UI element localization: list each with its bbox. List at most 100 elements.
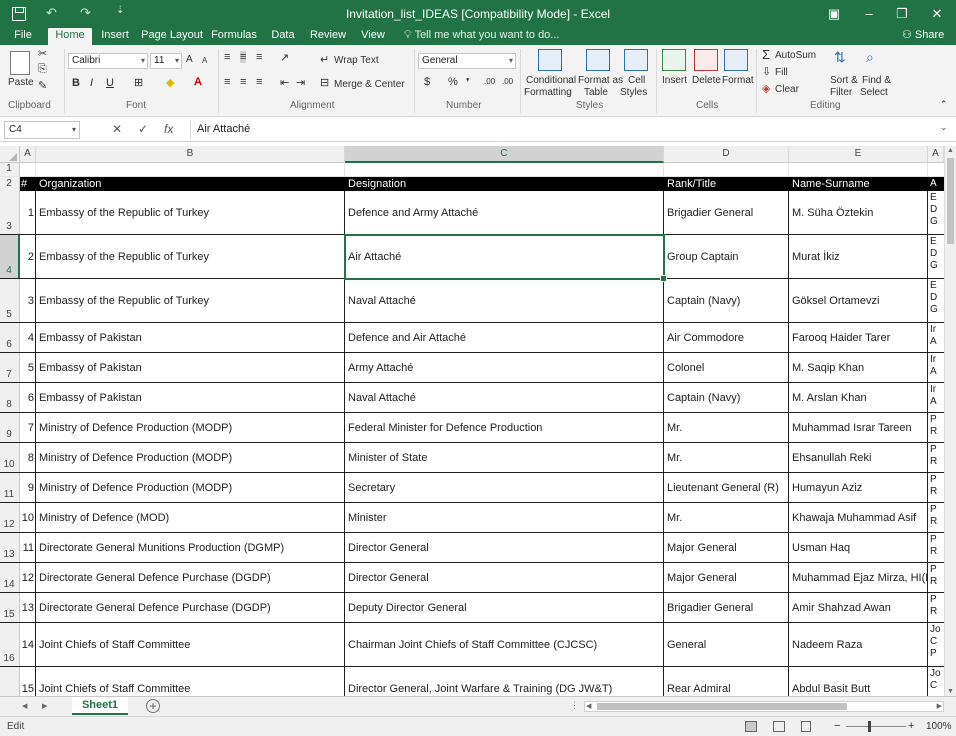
cell-organization[interactable]: Directorate General Defence Purchase (DG… bbox=[36, 563, 345, 592]
cell-overflow-column[interactable]: Ir A bbox=[928, 323, 944, 352]
scroll-up-icon[interactable]: ▲ bbox=[947, 147, 954, 154]
sort-filter-label-2[interactable]: Filter bbox=[830, 87, 852, 98]
cell-number[interactable]: 15 bbox=[20, 667, 36, 696]
cell-overflow-column[interactable]: Jo C bbox=[928, 667, 944, 696]
cell-number[interactable]: 4 bbox=[20, 323, 36, 352]
cell-overflow-column[interactable]: E D G bbox=[928, 279, 944, 322]
cell-name[interactable]: Ehsanullah Reki bbox=[789, 443, 928, 472]
cell-designation[interactable]: Deputy Director General bbox=[345, 593, 664, 622]
insert-function-icon[interactable]: fx bbox=[164, 122, 173, 136]
cell-rank[interactable]: Group Captain bbox=[664, 235, 789, 278]
row-header[interactable]: 15 bbox=[0, 593, 20, 622]
cell-number[interactable]: 7 bbox=[20, 413, 36, 442]
font-size-select[interactable]: 11 bbox=[150, 53, 182, 69]
cell-number[interactable]: 2 bbox=[20, 235, 36, 278]
cell-overflow-column[interactable]: Ir A bbox=[928, 383, 944, 412]
cell-designation[interactable]: Minister of State bbox=[345, 443, 664, 472]
borders-icon[interactable]: ⊞ bbox=[134, 76, 143, 89]
tab-formulas[interactable]: Formulas bbox=[208, 28, 260, 45]
wrap-text-icon[interactable]: ↵ bbox=[320, 53, 329, 66]
bold-button[interactable]: B bbox=[72, 77, 80, 89]
zoom-in-button[interactable]: + bbox=[908, 720, 914, 732]
cell-rank[interactable]: Captain (Navy) bbox=[664, 279, 789, 322]
cell-name[interactable]: Khawaja Muhammad Asif bbox=[789, 503, 928, 532]
conditional-formatting-label[interactable]: Conditional bbox=[526, 75, 576, 86]
cell-designation[interactable]: Naval Attaché bbox=[345, 383, 664, 412]
cell-overflow-column[interactable]: Jo C P bbox=[928, 623, 944, 666]
merge-center-button[interactable]: Merge & Center bbox=[334, 79, 405, 90]
column-header-f[interactable]: A bbox=[928, 146, 944, 163]
decrease-indent-icon[interactable]: ⇤ bbox=[280, 76, 289, 89]
cell-rank[interactable]: General bbox=[664, 623, 789, 666]
clear-button[interactable]: Clear bbox=[775, 84, 799, 95]
format-as-table-icon[interactable] bbox=[586, 49, 610, 71]
align-right-icon[interactable]: ≡ bbox=[256, 76, 262, 88]
row-header[interactable]: 5 bbox=[0, 279, 20, 322]
header-cell-number[interactable]: # bbox=[20, 177, 36, 191]
cell-name[interactable]: Farooq Haider Tarer bbox=[789, 323, 928, 352]
page-layout-view-icon[interactable] bbox=[773, 721, 785, 732]
cell-number[interactable]: 3 bbox=[20, 279, 36, 322]
find-select-label[interactable]: Find & bbox=[862, 75, 891, 86]
cell-name[interactable]: Muhammad Israr Tareen bbox=[789, 413, 928, 442]
cancel-entry-icon[interactable]: ✕ bbox=[112, 122, 122, 136]
cell-overflow-column[interactable]: E D G bbox=[928, 191, 944, 234]
fill-button[interactable]: Fill bbox=[775, 67, 788, 78]
align-center-icon[interactable]: ≡ bbox=[240, 76, 246, 88]
cell-organization[interactable]: Joint Chiefs of Staff Committee bbox=[36, 623, 345, 666]
header-cell-designation[interactable]: Designation bbox=[345, 177, 664, 191]
sort-filter-label[interactable]: Sort & bbox=[830, 75, 858, 86]
cell-name[interactable]: Amir Shahzad Awan bbox=[789, 593, 928, 622]
increase-indent-icon[interactable]: ⇥ bbox=[296, 76, 305, 89]
cell-designation[interactable]: Minister bbox=[345, 503, 664, 532]
worksheet-grid[interactable]: A B C D E A 1 2 # Organization Designation Ra… bbox=[0, 146, 944, 696]
cell-organization[interactable]: Embassy of the Republic of Turkey bbox=[36, 279, 345, 322]
add-sheet-button[interactable]: + bbox=[146, 699, 160, 713]
cell-number[interactable]: 13 bbox=[20, 593, 36, 622]
font-color-icon[interactable]: A bbox=[194, 76, 202, 88]
format-as-table-label[interactable]: Format as bbox=[578, 75, 623, 86]
cell-name[interactable]: Nadeem Raza bbox=[789, 623, 928, 666]
cell-organization[interactable]: Embassy of Pakistan bbox=[36, 353, 345, 382]
decrease-decimal-button[interactable]: .00 bbox=[502, 77, 513, 86]
cell-number[interactable]: 10 bbox=[20, 503, 36, 532]
cell-name[interactable]: M. Süha Öztekin bbox=[789, 191, 928, 234]
cell-designation[interactable]: Defence and Air Attaché bbox=[345, 323, 664, 352]
cell-organization[interactable]: Ministry of Defence Production (MODP) bbox=[36, 473, 345, 502]
row-header[interactable]: 2 bbox=[0, 177, 20, 191]
normal-view-icon[interactable] bbox=[745, 721, 757, 732]
row-header[interactable]: 17 bbox=[0, 667, 20, 696]
column-header-e[interactable]: E bbox=[789, 146, 928, 163]
tab-data[interactable]: Data bbox=[266, 28, 300, 45]
cell-rank[interactable]: Major General bbox=[664, 533, 789, 562]
find-select-label-2[interactable]: Select bbox=[860, 87, 888, 98]
cell-designation[interactable]: Army Attaché bbox=[345, 353, 664, 382]
page-break-view-icon[interactable] bbox=[801, 721, 811, 732]
cell-designation[interactable]: Chairman Joint Chiefs of Staff Committee… bbox=[345, 623, 664, 666]
cell-organization[interactable]: Ministry of Defence (MOD) bbox=[36, 503, 345, 532]
cell-name[interactable]: Usman Haq bbox=[789, 533, 928, 562]
cell-rank[interactable]: Mr. bbox=[664, 443, 789, 472]
cell-overflow-column[interactable]: P R bbox=[928, 563, 944, 592]
tab-split-handle[interactable]: ⋮ bbox=[570, 700, 579, 711]
align-left-icon[interactable]: ≡ bbox=[224, 76, 230, 88]
sheet-tab-sheet1[interactable]: Sheet1 bbox=[72, 697, 128, 715]
column-header-c[interactable]: C bbox=[345, 146, 664, 163]
cell-number[interactable]: 9 bbox=[20, 473, 36, 502]
row-header[interactable]: 12 bbox=[0, 503, 20, 532]
column-header-b[interactable]: B bbox=[36, 146, 345, 163]
row-header[interactable]: 7 bbox=[0, 353, 20, 382]
select-all-corner[interactable] bbox=[0, 146, 20, 163]
row-header[interactable]: 6 bbox=[0, 323, 20, 352]
row-header[interactable]: 1 bbox=[0, 163, 20, 176]
row-header[interactable]: 8 bbox=[0, 383, 20, 412]
cell-styles-label[interactable]: Cell bbox=[628, 75, 645, 86]
clear-icon[interactable]: ◈ bbox=[762, 82, 770, 95]
row-header[interactable]: 10 bbox=[0, 443, 20, 472]
formula-input[interactable]: Air Attaché bbox=[190, 121, 950, 139]
cell-number[interactable]: 12 bbox=[20, 563, 36, 592]
cell-organization[interactable]: Directorate General Munitions Production… bbox=[36, 533, 345, 562]
align-middle-icon[interactable]: ≡ bbox=[240, 51, 247, 63]
paste-label[interactable]: Paste bbox=[8, 77, 34, 88]
cell-rank[interactable]: Captain (Navy) bbox=[664, 383, 789, 412]
